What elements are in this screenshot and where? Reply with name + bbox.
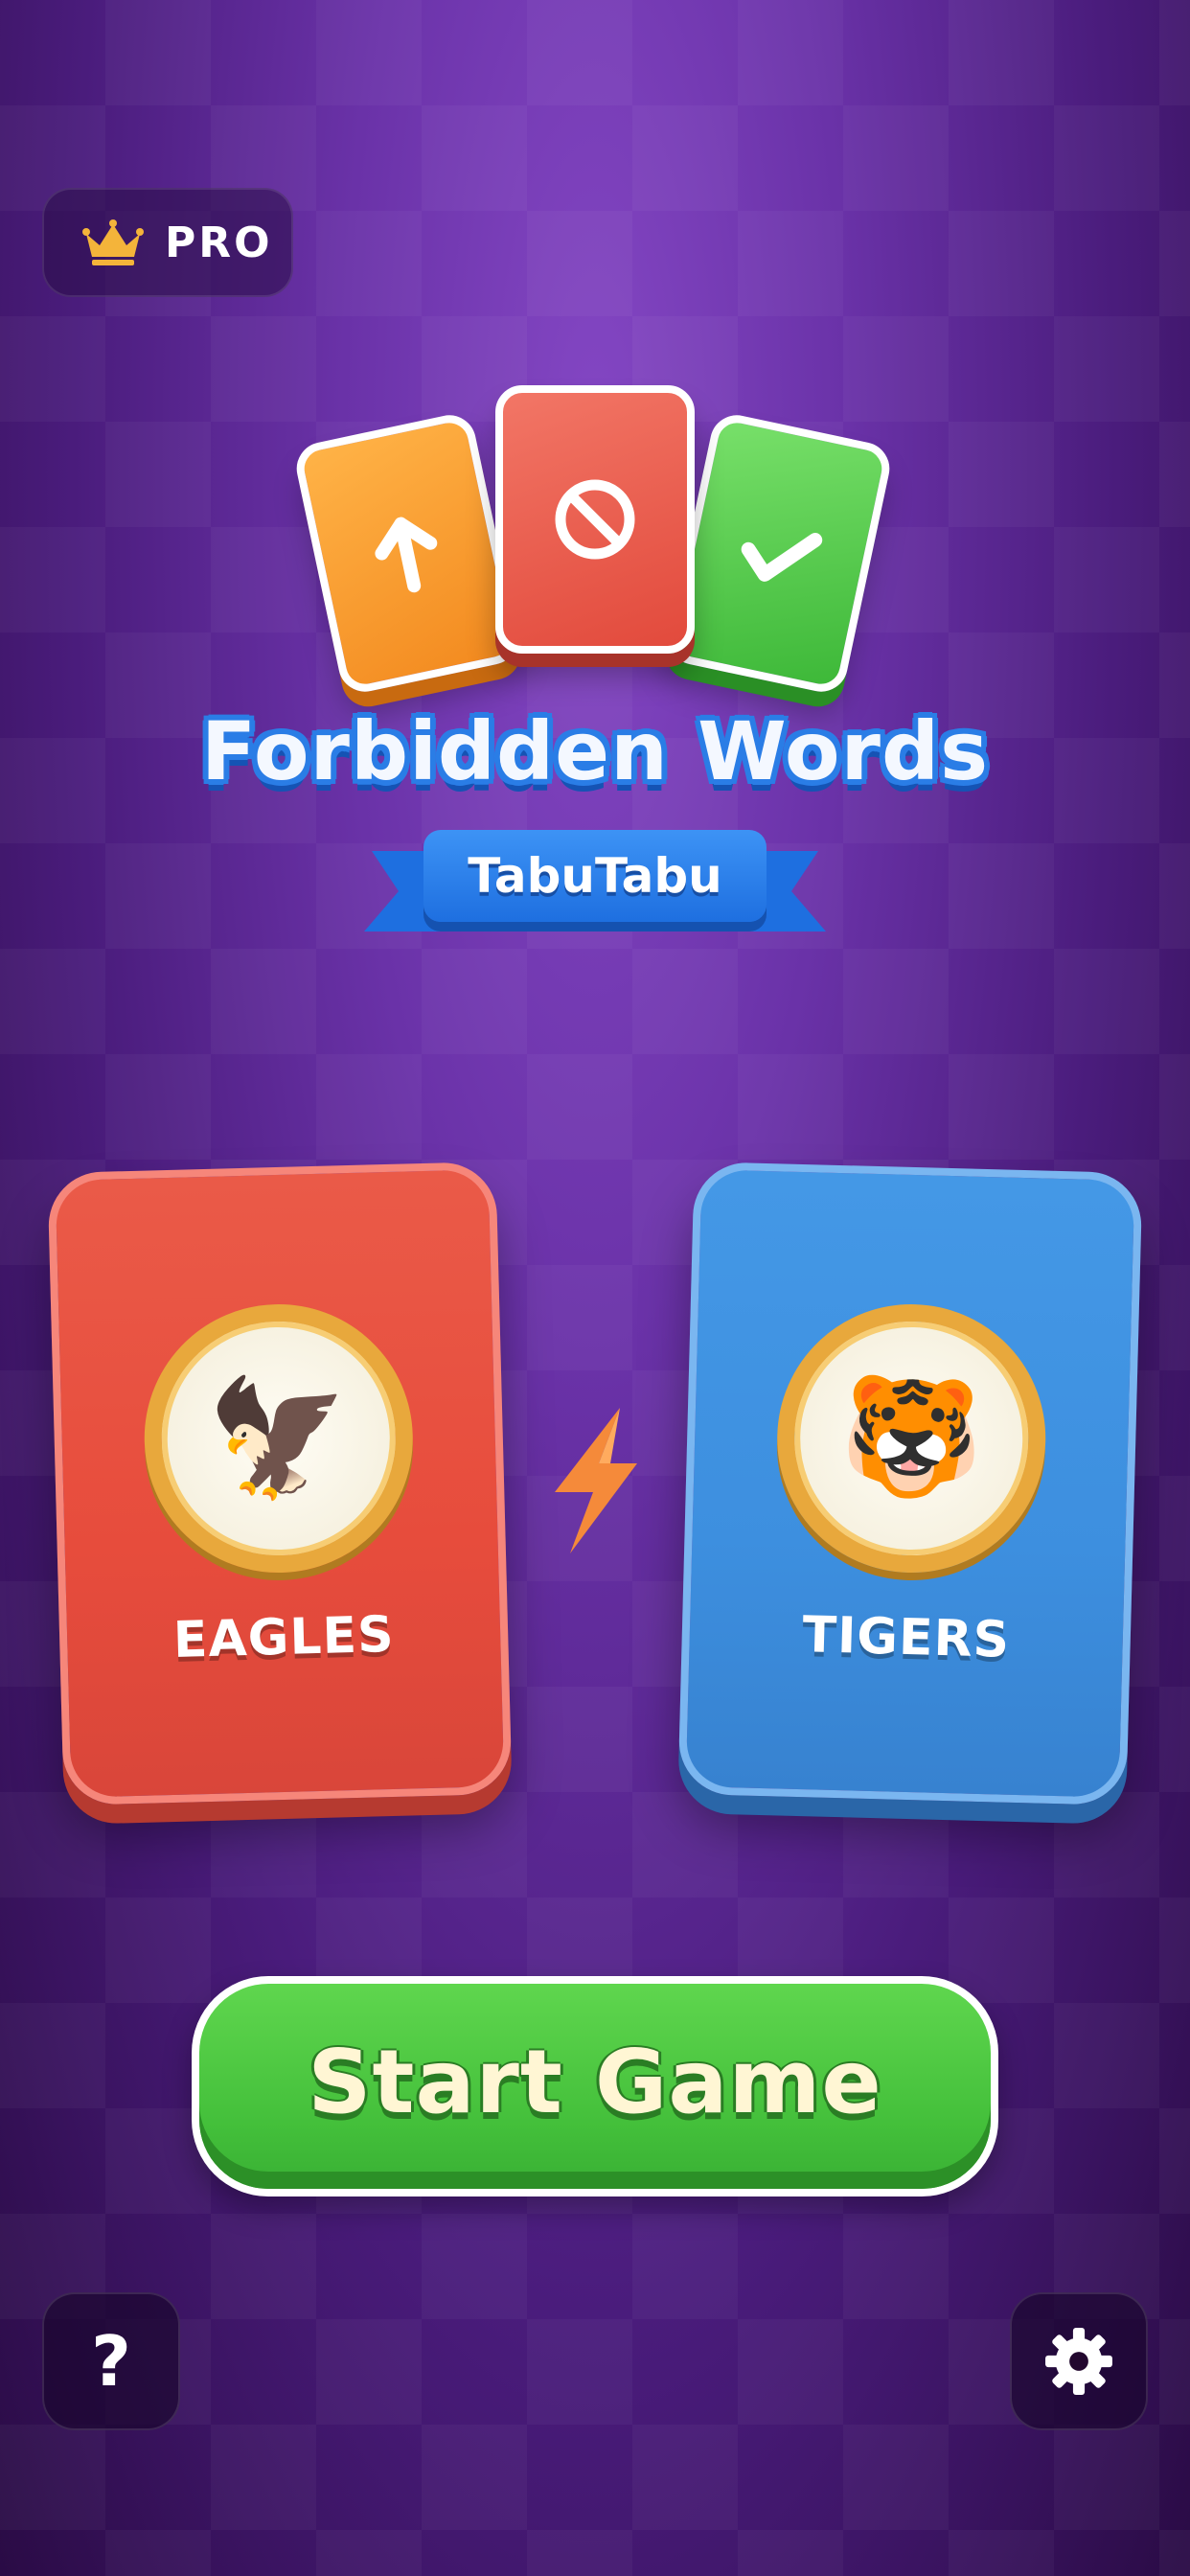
- logo-card-orange: [291, 410, 523, 697]
- help-button[interactable]: ?: [42, 2292, 180, 2430]
- logo-card-green: [663, 410, 895, 697]
- settings-button[interactable]: [1010, 2292, 1148, 2430]
- arrow-up-icon: [375, 517, 438, 592]
- no-entry-icon: [555, 479, 635, 560]
- start-game-label: Start Game: [308, 2030, 882, 2133]
- pro-badge-button[interactable]: PRO: [42, 188, 293, 297]
- ribbon-label: TabuTabu: [468, 848, 722, 904]
- start-game-button-face[interactable]: Start Game: [199, 1984, 991, 2189]
- crown-icon: [82, 219, 144, 265]
- team-name-eagles: EAGLES: [172, 1605, 396, 1669]
- team-card-tigers[interactable]: 🐯 TIGERS: [677, 1161, 1143, 1806]
- eagle-icon: 🦅: [141, 1300, 417, 1576]
- gear-icon: [1045, 2328, 1112, 2395]
- subtitle-ribbon: TabuTabu: [423, 830, 767, 922]
- app-title: Forbidden Words: [200, 704, 990, 798]
- tiger-icon: 🐯: [773, 1300, 1049, 1576]
- team-name-tigers: TIGERS: [801, 1606, 1011, 1669]
- logo-card-red: [495, 385, 695, 654]
- team-card-eagles[interactable]: 🦅 EAGLES: [47, 1161, 513, 1806]
- start-game-button[interactable]: Start Game: [192, 1976, 998, 2196]
- question-mark-icon: ?: [91, 2321, 131, 2402]
- checkmark-icon: [741, 532, 823, 582]
- pro-badge-label: PRO: [165, 218, 273, 267]
- lightning-bolt-icon: [555, 1408, 637, 1553]
